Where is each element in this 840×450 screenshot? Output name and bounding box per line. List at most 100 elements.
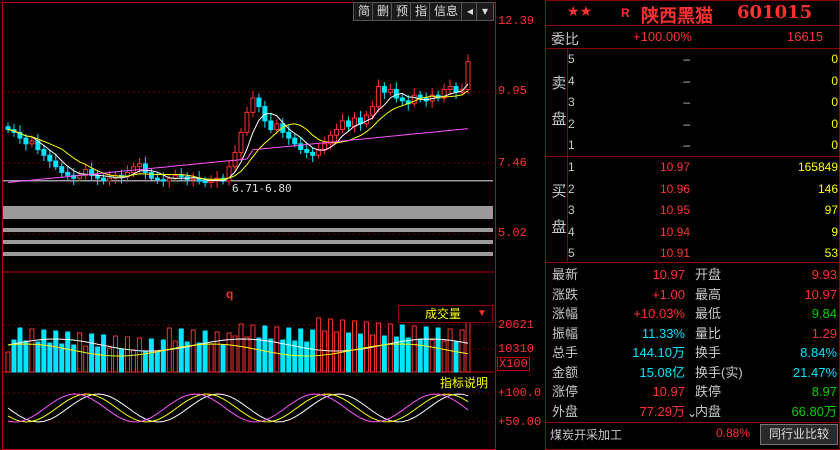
volume-bar — [304, 341, 310, 373]
quote-row: 涨停 10.97 跌停 8.97 — [545, 382, 840, 401]
level-number: 3 — [568, 203, 575, 217]
quote-label: 跌停 — [695, 384, 722, 399]
pressure-band — [3, 252, 493, 256]
quote-row: 总手 144.10万 换手 8.84% — [545, 343, 840, 362]
volume-ma-line — [7, 343, 469, 357]
quote-value: 11.33% — [641, 325, 685, 341]
candle-body — [142, 163, 148, 173]
candle-body — [393, 88, 399, 99]
volume-bar — [274, 326, 280, 373]
candle-body — [304, 149, 310, 153]
buy-level-row[interactable]: 2 10.96 146 — [545, 179, 840, 199]
quote-value: 144.10万 — [632, 345, 685, 360]
candle-body — [453, 86, 459, 93]
level-volume: 97 — [824, 203, 838, 217]
commission-diff: 16615 — [787, 29, 824, 44]
quote-row: 金额 15.08亿 换手(实) 21.47% — [545, 363, 840, 382]
sell-level-row[interactable]: 5 – 0 — [545, 49, 840, 69]
volume-bar — [322, 330, 328, 373]
chevron-down-icon[interactable]: ▼ — [477, 306, 487, 322]
pressure-band — [3, 206, 493, 219]
chart-area[interactable]: 简 删 预 指 信息 ◂ ▾ 12.39 9.95 7.46 5.02 6.71… — [0, 0, 545, 450]
volume-bar — [95, 346, 101, 373]
quote-label: 内盘 — [695, 403, 722, 419]
volume-average-lines — [7, 338, 469, 357]
ma-line — [7, 128, 469, 183]
candle-body — [411, 94, 417, 105]
compare-industry-button[interactable]: 同行业比较 — [760, 424, 838, 445]
volume-bar — [101, 334, 107, 373]
volume-bar — [334, 331, 340, 373]
buy-level-row[interactable]: 3 10.95 97 — [545, 200, 840, 220]
sell-level-row[interactable]: 1 – 0 — [545, 135, 840, 155]
volume-bar — [286, 327, 292, 373]
volume-bar — [435, 327, 441, 373]
candle-body — [47, 154, 53, 162]
quote-value: 9.93 — [811, 267, 837, 282]
pressure-band — [3, 228, 493, 232]
candle-body — [23, 137, 29, 145]
volume-bar — [107, 347, 113, 373]
pressure-band — [3, 240, 493, 244]
volume-selector[interactable]: 成交量 ▼ — [398, 305, 493, 323]
volume-bar — [202, 330, 208, 373]
buy-level-row[interactable]: 4 10.94 9 — [545, 222, 840, 242]
volume-bar — [41, 329, 47, 373]
volume-bar — [113, 335, 119, 373]
quote-label: 最新 — [552, 267, 579, 282]
star-icon[interactable]: ★★ — [567, 3, 592, 20]
level-number: 3 — [568, 95, 575, 109]
quote-panel: ★★ R 陕西黑猫 601015 委比 +100.00% 16615 卖 盘 5… — [545, 0, 840, 450]
volume-bar — [346, 332, 352, 373]
level-price: – — [683, 116, 690, 131]
stock-code: 601015 — [737, 2, 813, 23]
level-number: 5 — [568, 246, 575, 260]
commission-ratio: +100.00% — [633, 29, 692, 44]
sell-level-row[interactable]: 2 – 0 — [545, 114, 840, 134]
volume-bar — [17, 327, 23, 373]
candle-body — [292, 137, 298, 145]
quote-value: +10.03% — [633, 306, 685, 321]
volume-bar — [328, 318, 334, 373]
quote-value: 66.80万 — [791, 403, 837, 419]
candle-body — [399, 97, 405, 102]
candle-body — [256, 97, 262, 108]
candle-body — [286, 131, 292, 139]
volume-bar — [172, 340, 178, 373]
quote-value: 10.97 — [804, 286, 837, 302]
volume-bar — [232, 335, 238, 373]
indicator-line — [7, 393, 469, 423]
level-price: – — [683, 95, 690, 109]
sector-name[interactable]: 煤炭开采加工 — [550, 426, 622, 443]
sell-level-row[interactable]: 4 – 0 — [545, 71, 840, 91]
range-annotation: 6.71-6.80 — [232, 182, 292, 195]
sell-level-row[interactable]: 3 – 0 — [545, 92, 840, 112]
quote-value: 1.29 — [811, 325, 837, 341]
volume-bar — [387, 323, 393, 373]
candle-body — [29, 140, 35, 145]
volume-bar — [256, 337, 262, 373]
indicator-lines — [7, 393, 469, 423]
quote-label: 最低 — [695, 306, 722, 321]
candle-body — [190, 177, 196, 181]
quote-value: 15.08亿 — [639, 364, 685, 380]
candle-body — [101, 177, 107, 182]
indicator-help-button[interactable]: 指标说明 — [440, 374, 488, 391]
chevron-down-icon[interactable]: ⌄ — [687, 406, 697, 420]
volume-bar — [459, 329, 465, 373]
marker-q: q — [226, 287, 234, 301]
level-volume: 0 — [831, 52, 838, 66]
volume-bar — [351, 320, 357, 373]
candle-body — [178, 174, 184, 178]
volume-bar — [124, 336, 130, 373]
quote-label: 涨跌 — [552, 286, 579, 302]
level-price: 10.97 — [659, 160, 690, 174]
candle-body — [41, 149, 47, 156]
buy-level-row[interactable]: 5 10.91 53 — [545, 243, 840, 263]
quote-label: 涨停 — [552, 384, 579, 399]
volume-unit-label: X100 — [497, 357, 530, 371]
quote-value: 8.97 — [811, 384, 837, 399]
quote-label: 开盘 — [695, 267, 722, 282]
buy-level-row[interactable]: 1 10.97 165849 — [545, 157, 840, 177]
level-volume: 0 — [831, 73, 838, 88]
